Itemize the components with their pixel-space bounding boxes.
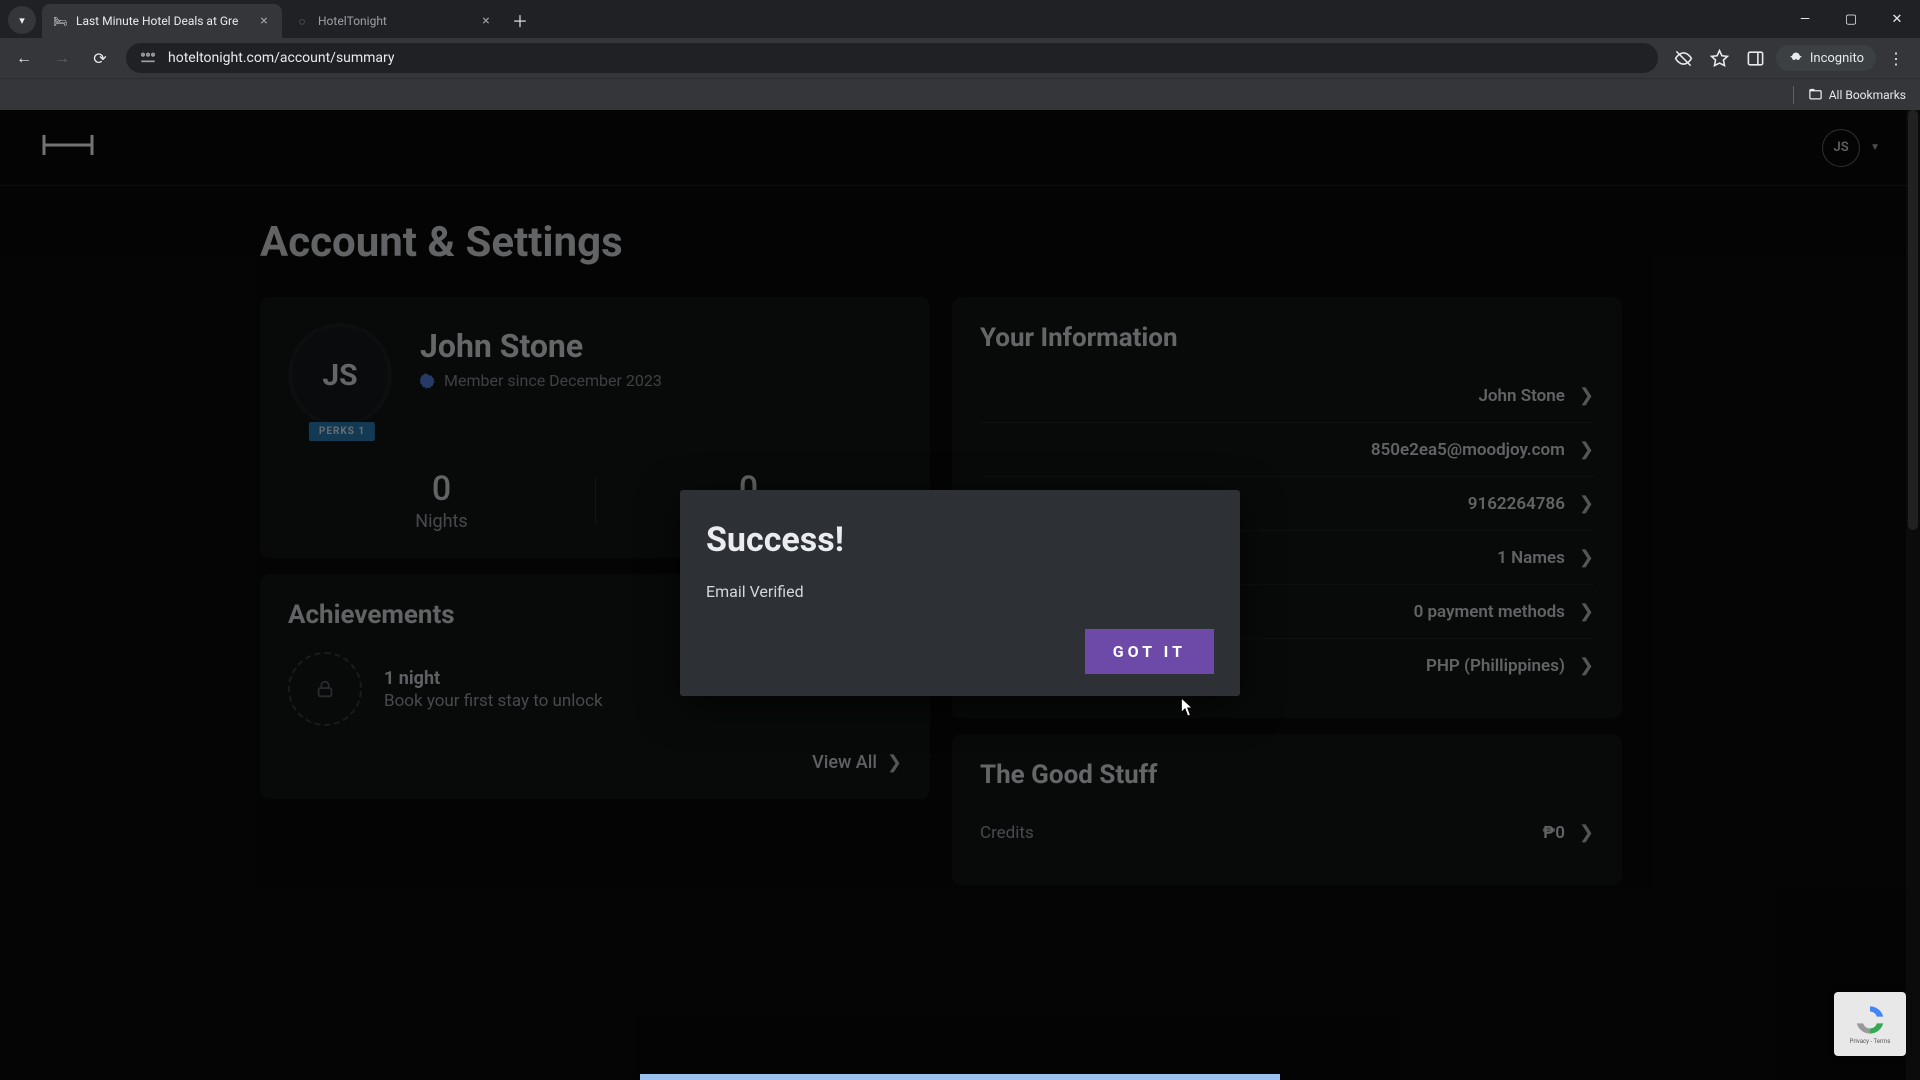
eye-off-icon[interactable]	[1668, 42, 1700, 74]
minimize-button[interactable]: —	[1782, 0, 1828, 38]
page-viewport: JS ▼ Account & Settings JS	[0, 110, 1920, 1080]
got-it-button[interactable]: GOT IT	[1085, 629, 1214, 674]
got-it-label: GOT IT	[1113, 642, 1186, 661]
modal-body: Email Verified	[706, 582, 1214, 601]
bookmarks-bar: All Bookmarks	[0, 78, 1920, 110]
modal-title: Success!	[706, 520, 1214, 560]
browser-toolbar: ← → ⟳ hoteltonight.com/account/summary I…	[0, 38, 1920, 78]
browser-tab[interactable]: ◌ HotelTonight ×	[284, 4, 504, 38]
bottom-notification-strip	[640, 1074, 1280, 1080]
browser-tab-strip: ▾ 🛏 Last Minute Hotel Deals at Gre × ◌ H…	[0, 0, 1920, 38]
tab-title: Last Minute Hotel Deals at Gre	[76, 14, 250, 28]
browser-tab-active[interactable]: 🛏 Last Minute Hotel Deals at Gre ×	[42, 4, 282, 38]
recaptcha-badge[interactable]: Privacy - Terms	[1834, 992, 1906, 1056]
bookmark-star-icon[interactable]	[1704, 42, 1736, 74]
maximize-button[interactable]: ▢	[1828, 0, 1874, 38]
address-bar[interactable]: hoteltonight.com/account/summary	[126, 43, 1658, 73]
recaptcha-text: Privacy - Terms	[1850, 1039, 1891, 1046]
all-bookmarks-button[interactable]: All Bookmarks	[1808, 87, 1906, 102]
forward-button[interactable]: →	[46, 42, 78, 74]
browser-menu-icon[interactable]: ⋮	[1880, 42, 1912, 74]
back-button[interactable]: ←	[8, 42, 40, 74]
tab-search-button[interactable]: ▾	[8, 6, 36, 34]
tab-close-icon[interactable]: ×	[478, 13, 494, 29]
side-panel-icon[interactable]	[1740, 42, 1772, 74]
url-text: hoteltonight.com/account/summary	[168, 50, 395, 66]
all-bookmarks-label: All Bookmarks	[1829, 88, 1906, 102]
tab-favicon: 🛏	[52, 13, 68, 29]
reload-button[interactable]: ⟳	[84, 42, 116, 74]
new-tab-button[interactable]: ＋	[506, 6, 534, 34]
site-settings-icon[interactable]	[138, 48, 158, 68]
incognito-label: Incognito	[1810, 51, 1864, 66]
success-modal: Success! Email Verified GOT IT	[680, 490, 1240, 696]
tab-close-icon[interactable]: ×	[256, 13, 272, 29]
window-controls: — ▢ ✕	[1782, 0, 1920, 38]
incognito-badge[interactable]: Incognito	[1776, 45, 1876, 71]
close-window-button[interactable]: ✕	[1874, 0, 1920, 38]
tab-title: HotelTonight	[318, 14, 472, 28]
tab-favicon: ◌	[294, 13, 310, 29]
divider	[1793, 86, 1794, 104]
